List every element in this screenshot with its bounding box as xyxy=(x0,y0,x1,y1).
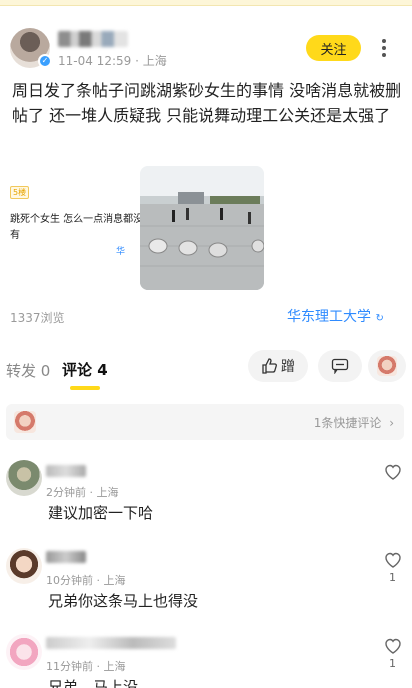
commenter-avatar[interactable] xyxy=(6,548,42,584)
comment-like-count: 1 xyxy=(389,657,396,670)
comment-like-count: 1 xyxy=(389,571,396,584)
like-label: 蹭 xyxy=(281,359,295,375)
top-strip xyxy=(0,0,412,6)
chevron-right-icon: › xyxy=(389,416,394,430)
embed-text-line: 有 xyxy=(10,230,20,241)
refresh-icon: ↻ xyxy=(375,313,384,324)
more-vertical-icon[interactable] xyxy=(378,37,390,59)
post-text: 周日发了条帖子问跳湖紫砂女生的事情 没啥消息就被删帖了 还一堆人质疑我 只能说舞… xyxy=(12,81,402,125)
tab-comment[interactable]: 评论 4 xyxy=(62,359,108,380)
embed-school-tag: 华 xyxy=(116,247,126,257)
commenter-avatar[interactable] xyxy=(6,634,42,670)
active-tab-indicator xyxy=(70,386,100,390)
post-photo[interactable] xyxy=(140,166,264,290)
quick-comment-label: 1条快捷评论 › xyxy=(313,416,394,430)
avatar xyxy=(14,411,36,433)
current-user-avatar-button[interactable] xyxy=(368,350,406,382)
embedded-post-card[interactable]: 5楼 跳死个女生 怎么一点消息都没 有 xyxy=(6,178,143,290)
embed-text-line: 跳死个女生 怎么一点消息都没 xyxy=(10,214,144,225)
author-name-blurred[interactable] xyxy=(58,29,128,47)
avatar xyxy=(377,356,397,376)
view-count: 1337浏览 xyxy=(10,311,65,325)
tab-repost[interactable]: 转发 0 xyxy=(6,360,50,381)
comment-text: 建议加密一下哈 xyxy=(48,504,154,522)
comment-meta: 11分钟前 · 上海 xyxy=(46,660,126,673)
verified-badge-icon: ✓ xyxy=(38,54,52,68)
thumb-icon xyxy=(262,358,277,374)
comment-text: 兄弟，马上没 xyxy=(48,678,139,688)
school-tag-label: 华东理工大学 xyxy=(287,309,371,325)
embed-floor-tag: 5楼 xyxy=(10,186,30,199)
like-button[interactable]: 蹭 xyxy=(248,350,308,382)
follow-button[interactable]: 关注 xyxy=(306,35,361,61)
heart-icon[interactable] xyxy=(383,463,403,481)
comment-meta: 2分钟前 · 上海 xyxy=(46,486,119,499)
commenter-name-blurred[interactable] xyxy=(46,465,86,477)
message-button[interactable] xyxy=(318,350,362,382)
commenter-avatar[interactable] xyxy=(6,460,42,496)
post-meta: 11-04 12:59 · 上海 xyxy=(58,54,167,68)
comment-meta: 10分钟前 · 上海 xyxy=(46,574,126,587)
commenter-name-blurred[interactable] xyxy=(46,637,176,649)
message-icon xyxy=(331,358,349,374)
quick-comment-bar[interactable]: 1条快捷评论 › xyxy=(6,404,404,440)
heart-icon[interactable] xyxy=(383,637,403,655)
school-tag[interactable]: 华东理工大学 ↻ xyxy=(287,306,384,326)
comment-text: 兄弟你这条马上也得没 xyxy=(48,592,199,610)
heart-icon[interactable] xyxy=(383,551,403,569)
commenter-name-blurred[interactable] xyxy=(46,551,86,563)
